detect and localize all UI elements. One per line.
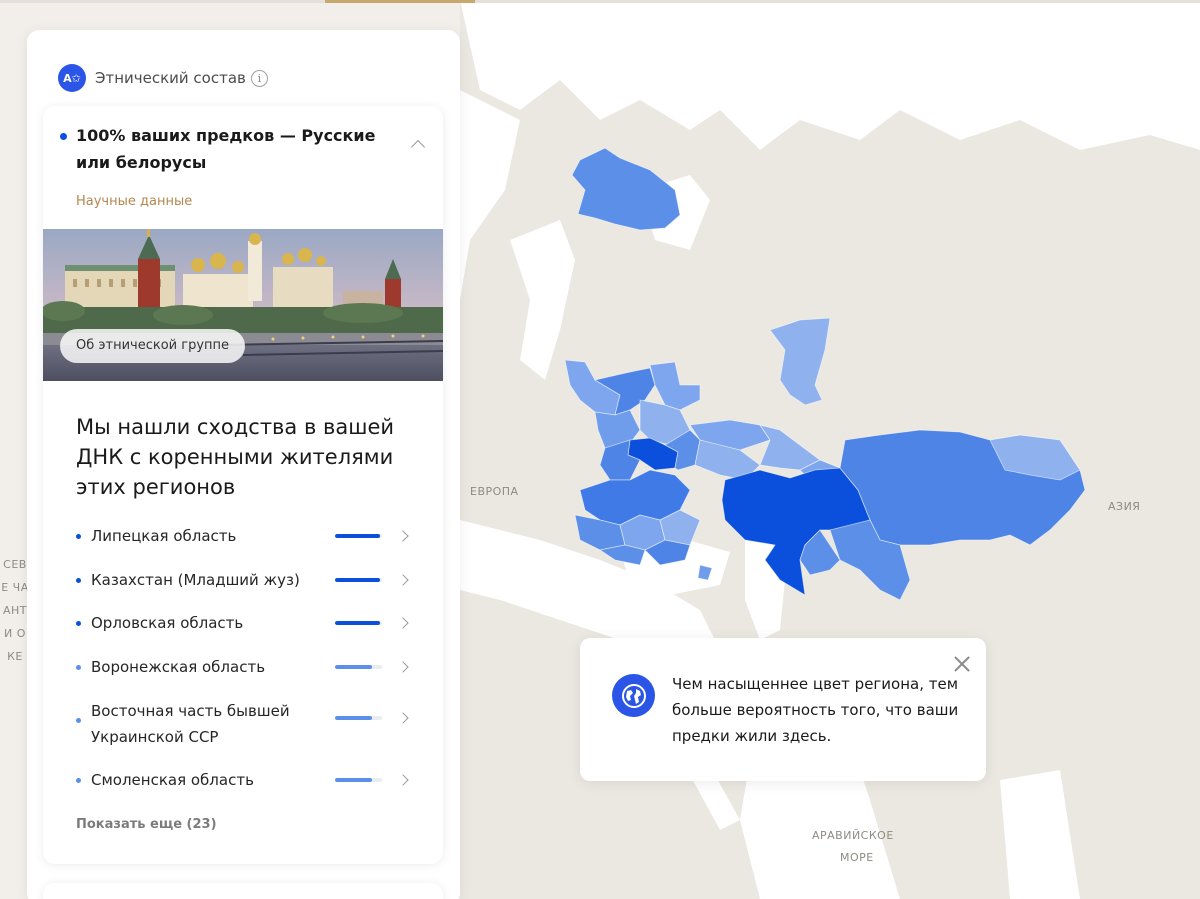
next-card xyxy=(43,883,443,899)
region-name: Воронежская область xyxy=(91,658,266,676)
info-icon[interactable]: i xyxy=(250,69,268,87)
region-name: Орловская область xyxy=(91,614,244,632)
chevron-up-icon[interactable] xyxy=(410,139,426,155)
map-legend-tooltip: Чем насыщеннее цвет региона, тем больше … xyxy=(580,638,986,781)
region-bar-fill xyxy=(335,578,380,582)
top-line-accent xyxy=(325,0,475,3)
card-title: 100% ваших предков — Русские или белорус… xyxy=(76,126,376,172)
chevron-right-icon[interactable] xyxy=(397,574,409,586)
close-icon[interactable] xyxy=(952,654,972,674)
region-bar xyxy=(335,665,382,669)
panel-header: A✩ Этнический состав i xyxy=(58,64,268,92)
region-dot xyxy=(76,718,81,723)
region-bar-fill xyxy=(335,716,372,720)
panel-title: Этнический состав xyxy=(95,69,246,87)
chevron-right-icon[interactable] xyxy=(397,617,409,629)
region-name: Восточная часть бывшей Украинской ССР xyxy=(91,702,290,746)
map-label-asia: АЗИЯ xyxy=(1108,500,1141,513)
card-header[interactable]: 100% ваших предков — Русские или белорус… xyxy=(43,106,443,204)
region-bar xyxy=(335,621,382,625)
region-bar xyxy=(335,778,382,782)
region-bar xyxy=(335,534,382,538)
globe-icon-svg xyxy=(621,683,646,708)
ethnicity-card: 100% ваших предков — Русские или белорус… xyxy=(43,106,443,864)
region-bar xyxy=(335,716,382,720)
top-progress-line xyxy=(0,0,1200,3)
map-label-ocean-fragment: СЕВЕ ЧА АНТИ ОКЕ xyxy=(1,558,29,663)
region-name: Казахстан (Младший жуз) xyxy=(91,571,300,589)
chevron-right-icon[interactable] xyxy=(397,530,409,542)
region-bar-fill xyxy=(335,534,380,538)
kremlin-photo: Об этнической группе xyxy=(43,229,443,381)
map-label-arabian-2: МОРЕ xyxy=(840,851,874,864)
region-dot xyxy=(76,778,81,783)
region-bar-fill xyxy=(335,621,380,625)
science-data-link[interactable]: Научные данные xyxy=(76,194,192,209)
globe-icon xyxy=(612,674,655,717)
ethnic-icon: A✩ xyxy=(58,64,86,92)
tooltip-text: Чем насыщеннее цвет региона, тем больше … xyxy=(672,675,959,745)
chevron-right-icon[interactable] xyxy=(397,774,409,786)
region-bar xyxy=(335,578,382,582)
about-ethnic-group-button[interactable]: Об этнической группе xyxy=(60,329,246,363)
region-dot xyxy=(76,534,81,539)
region-name: Липецкая область xyxy=(91,527,237,545)
chevron-right-icon[interactable] xyxy=(397,712,409,724)
map-label-europe: ЕВРОПА xyxy=(470,485,519,498)
region-name: Смоленская область xyxy=(91,771,254,789)
map-label-arabian-1: АРАВИЙСКОЕ xyxy=(812,829,894,842)
region-dot xyxy=(76,578,81,583)
region-bar-fill xyxy=(335,778,372,782)
ethnic-panel: A✩ Этнический состав i 100% ваших предко… xyxy=(27,30,460,899)
region-dot xyxy=(76,621,81,626)
show-more-link[interactable]: Показать еще (23) xyxy=(76,817,217,832)
region-dot xyxy=(76,665,81,670)
match-heading: Мы нашли сходства в вашей ДНК с коренным… xyxy=(76,415,395,499)
region-bar-fill xyxy=(335,665,372,669)
chevron-right-icon[interactable] xyxy=(397,661,409,673)
ethnicity-dot xyxy=(60,133,67,140)
